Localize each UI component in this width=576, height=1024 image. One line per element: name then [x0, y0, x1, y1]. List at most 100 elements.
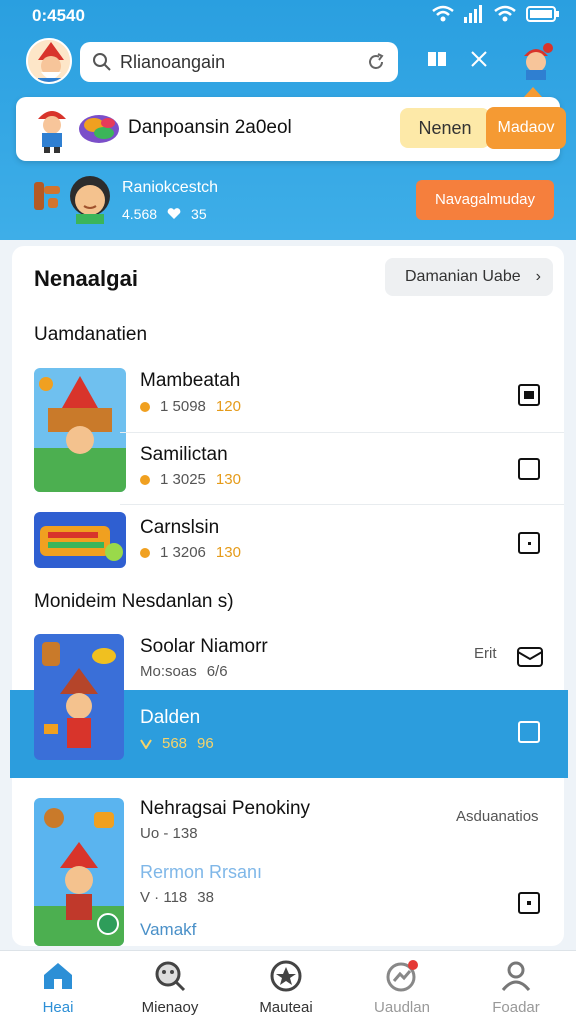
chevron-right-icon: ›: [535, 268, 541, 285]
ticket-icon[interactable]: [516, 646, 544, 668]
search-icon: [93, 53, 111, 71]
dot-icon: [527, 901, 531, 905]
search-bar[interactable]: Rlianoangain: [80, 42, 398, 82]
banner-title: Danpoansin 2a0eol: [128, 117, 292, 138]
game-title-6[interactable]: Nehragsai Penokiny: [140, 798, 310, 820]
game-meta-3: 1 3206 130: [140, 544, 241, 561]
tools-icon[interactable]: [468, 48, 490, 70]
game-score-4: 6/6: [206, 663, 228, 680]
game-meta-4: Mo:soas 6/6: [140, 663, 228, 680]
promo-banner: Danpoansin 2a0eol Nenen Madaov: [16, 87, 566, 161]
game-thumbnail-1[interactable]: [34, 368, 126, 492]
game-score-5: 96: [197, 735, 214, 752]
divider: [120, 504, 564, 505]
game-title-4[interactable]: Soolar Niamorr: [140, 636, 268, 658]
dot-icon: [528, 542, 531, 545]
user-avatar[interactable]: [26, 38, 72, 84]
game-meta-1: 1 5098 120: [140, 398, 241, 415]
game-thumbnail-6[interactable]: [34, 798, 124, 946]
nav-label: Mauteai: [259, 999, 313, 1016]
sub-meta-6-value: V · 118: [140, 889, 188, 906]
section-title-1: Uamdanatien: [34, 324, 148, 345]
magnifier-face-icon: [155, 961, 186, 992]
star-badge-icon: [270, 960, 302, 992]
nav-label: Uaudlan: [374, 999, 430, 1016]
home-icon: [44, 963, 72, 989]
promo-avatar-icon: [70, 176, 110, 224]
game-meta-2-value: 1 3025: [160, 471, 206, 488]
checkbox-6[interactable]: [518, 892, 540, 914]
status-bar: 0:4540: [0, 0, 576, 32]
game-art-4-icon: [34, 634, 124, 760]
nav-item-featured[interactable]: Mauteai: [236, 959, 336, 1016]
nav-label: Mienaoy: [141, 999, 199, 1016]
wifi-icon: [432, 5, 454, 22]
banner-primary-button[interactable]: Madaov: [486, 107, 566, 149]
check-icon: [524, 391, 534, 399]
game-title-3[interactable]: Carnslsin: [140, 517, 219, 539]
game-meta-6-value: Uo - 138: [140, 825, 198, 842]
divider: [120, 432, 564, 433]
nav-label: Heai: [42, 999, 74, 1016]
trend-icon: [386, 960, 418, 992]
battery-icon: [526, 6, 559, 22]
checkbox-1[interactable]: [518, 384, 540, 406]
game-title-1[interactable]: Mambeatah: [140, 370, 240, 392]
coin-icon: [140, 474, 150, 485]
game-meta-5-value: 568: [162, 735, 188, 752]
sub-title-6b[interactable]: Vamakf: [140, 920, 196, 940]
game-thumbnail-3[interactable]: [34, 512, 126, 568]
checkbox-3[interactable]: [518, 532, 540, 554]
filter-pill[interactable]: Damanian Uabe ›: [385, 258, 553, 296]
search-input[interactable]: Rlianoangain: [120, 52, 366, 73]
sub-score-6: 38: [197, 889, 214, 906]
banner-secondary-button[interactable]: Nenen: [400, 108, 490, 148]
promo-count: 4.568: [122, 206, 158, 222]
game-art-1-icon: [34, 368, 126, 492]
game-meta-3-value: 1 3206: [160, 544, 206, 561]
wifi-icon-2: [494, 5, 516, 22]
profile-avatar[interactable]: [516, 40, 556, 80]
card-heading: Nenaalgai: [34, 266, 138, 291]
game-meta-4-value: Mo:soas: [140, 663, 197, 680]
promo-action-button[interactable]: Navagalmuday: [416, 180, 554, 220]
bottom-navigation: Heai Mienaoy Mauteai Uaudlan Foadar: [0, 950, 576, 1024]
game-score-3: 130: [215, 544, 241, 561]
game-thumbnail-4[interactable]: [34, 634, 124, 760]
game-meta-2: 1 3025 130: [140, 471, 241, 488]
nav-item-profile[interactable]: Foadar: [466, 959, 566, 1016]
nav-item-home[interactable]: Heai: [8, 959, 108, 1016]
hero-character-icon: [38, 111, 66, 153]
game-meta-1-value: 1 5098: [160, 398, 206, 415]
heart-icon: [167, 208, 181, 219]
promo-name: Raniokcestch: [122, 179, 219, 196]
checkbox-5[interactable]: [518, 721, 540, 743]
filter-pill-label: Damanian Uabe: [405, 268, 521, 285]
nav-label: Foadar: [492, 999, 540, 1016]
chevron-down-icon: [140, 738, 152, 749]
tool-character-icon: [34, 182, 60, 210]
nav-item-search[interactable]: Mienaoy: [120, 959, 220, 1016]
game-meta-6: Uo - 138: [140, 825, 198, 842]
game-meta-5: 568 96: [140, 735, 214, 752]
banner-notch: [524, 87, 542, 97]
row-side-label-6: Asduanatios: [456, 808, 539, 825]
character-avatar-icon: [524, 43, 553, 80]
section-title-2: Monideim Nesdanlan s): [34, 591, 234, 612]
refresh-icon[interactable]: [366, 52, 386, 72]
game-art-6-icon: [34, 798, 124, 946]
nav-item-trends[interactable]: Uaudlan: [352, 959, 452, 1016]
candy-icon: [79, 115, 119, 143]
game-art-3-icon: [34, 512, 126, 568]
sub-title-6[interactable]: Rermon Rrsanı: [140, 862, 262, 883]
columns-icon[interactable]: [426, 48, 448, 70]
status-time: 0:4540: [32, 6, 85, 25]
row-side-label-4: Erit: [474, 645, 497, 662]
game-title-2[interactable]: Samilictan: [140, 444, 228, 466]
game-title-5[interactable]: Dalden: [140, 707, 200, 729]
sub-meta-6: V · 118 38: [140, 889, 214, 906]
checkbox-2[interactable]: [518, 458, 540, 480]
game-score-2: 130: [215, 471, 241, 488]
coin-icon: [140, 547, 150, 558]
signal-icon: [464, 5, 482, 23]
